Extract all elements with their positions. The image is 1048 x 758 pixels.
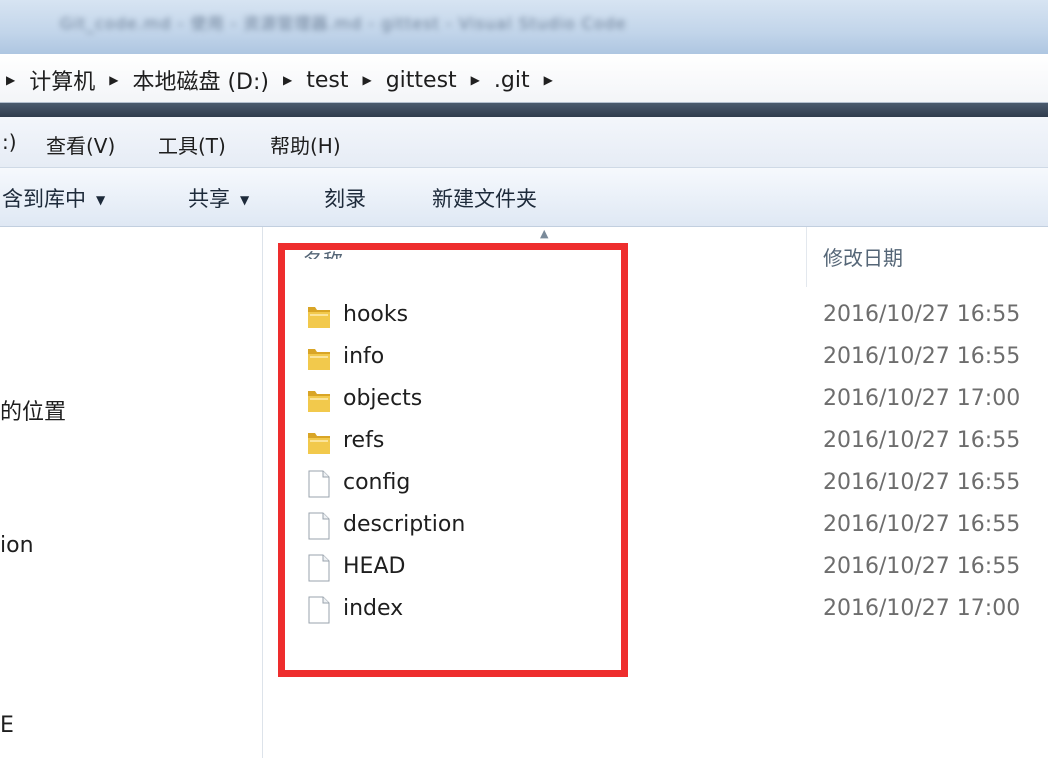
file-date-modified: 2016/10/27 16:55	[823, 512, 1021, 537]
file-row[interactable]: objects 2016/10/27 17:00	[263, 381, 1048, 419]
breadcrumb-item-test[interactable]: test	[306, 68, 348, 93]
nav-item-ion[interactable]: ion	[0, 533, 34, 558]
file-name: info	[343, 344, 385, 369]
new-folder-button[interactable]: 新建文件夹	[432, 183, 537, 213]
file-date-modified: 2016/10/27 16:55	[823, 428, 1021, 453]
column-header-date-modified[interactable]: 修改日期	[823, 242, 903, 271]
file-list: ▲ 名称 修改日期 hooks 2016/10/27 16:55 info 2016/…	[263, 227, 1048, 758]
file-row[interactable]: hooks 2016/10/27 16:55	[263, 297, 1048, 335]
chevron-down-icon: ▼	[240, 193, 250, 207]
file-name: index	[343, 596, 404, 621]
file-date-modified: 2016/10/27 17:00	[823, 596, 1021, 621]
breadcrumb-item-local-disk[interactable]: 本地磁盘 (D:)	[132, 64, 269, 96]
breadcrumb-arrow-icon[interactable]: ▶	[6, 73, 15, 87]
include-in-library-button[interactable]: 含到库中 ▼	[2, 183, 105, 213]
folder-icon	[306, 343, 332, 373]
file-date-modified: 2016/10/27 16:55	[823, 470, 1021, 495]
nav-item-locations[interactable]: 的位置	[0, 394, 66, 426]
file-row[interactable]: config 2016/10/27 16:55	[263, 465, 1048, 503]
menu-bar: :) 查看(V) 工具(T) 帮助(H)	[0, 117, 1048, 168]
file-name: objects	[343, 386, 423, 411]
sort-ascending-icon: ▲	[540, 227, 549, 240]
navigation-pane[interactable]: 的位置 ion E	[0, 227, 263, 758]
file-icon	[306, 595, 332, 625]
file-row[interactable]: HEAD 2016/10/27 16:55	[263, 549, 1048, 587]
file-row[interactable]: info 2016/10/27 16:55	[263, 339, 1048, 377]
file-row[interactable]: description 2016/10/27 16:55	[263, 507, 1048, 545]
menu-item-view[interactable]: 查看(V)	[46, 130, 115, 159]
burn-button[interactable]: 刻录	[324, 183, 366, 213]
share-button[interactable]: 共享 ▼	[188, 183, 249, 213]
command-bar: 含到库中 ▼ 共享 ▼ 刻录 新建文件夹	[0, 168, 1048, 227]
breadcrumb-item-gittest[interactable]: gittest	[386, 68, 457, 93]
column-divider[interactable]	[806, 227, 807, 287]
file-date-modified: 2016/10/27 16:55	[823, 344, 1021, 369]
folder-icon	[306, 427, 332, 457]
breadcrumb-arrow-icon[interactable]: ▶	[544, 73, 553, 87]
menu-item-tools[interactable]: 工具(T)	[158, 130, 226, 159]
breadcrumb-arrow-icon[interactable]: ▶	[109, 73, 118, 87]
breadcrumb-arrow-icon[interactable]: ▶	[471, 73, 480, 87]
file-date-modified: 2016/10/27 17:00	[823, 386, 1021, 411]
address-bar[interactable]: ▶ 计算机 ▶ 本地磁盘 (D:) ▶ test ▶ gittest ▶ .gi…	[0, 54, 1048, 103]
file-name: HEAD	[343, 554, 406, 579]
breadcrumb-item-git[interactable]: .git	[494, 68, 530, 93]
file-date-modified: 2016/10/27 16:55	[823, 302, 1021, 327]
file-row[interactable]: index 2016/10/27 17:00	[263, 591, 1048, 629]
window-titlebar: Git_code.md - 使用 - 资源管理器.md - gittest - …	[0, 0, 1048, 54]
file-date-modified: 2016/10/27 16:55	[823, 554, 1021, 579]
chevron-down-icon: ▼	[96, 193, 106, 207]
file-row[interactable]: refs 2016/10/27 16:55	[263, 423, 1048, 461]
breadcrumb: ▶ 计算机 ▶ 本地磁盘 (D:) ▶ test ▶ gittest ▶ .gi…	[6, 64, 567, 96]
window-title-blurred: Git_code.md - 使用 - 资源管理器.md - gittest - …	[60, 14, 627, 33]
file-name: hooks	[343, 302, 409, 327]
file-name: config	[343, 470, 411, 495]
breadcrumb-arrow-icon[interactable]: ▶	[283, 73, 292, 87]
file-name: description	[343, 512, 466, 537]
file-icon	[306, 469, 332, 499]
window-separator	[0, 103, 1048, 117]
include-in-library-label: 含到库中	[2, 187, 86, 211]
share-label: 共享	[188, 187, 230, 211]
file-name: refs	[343, 428, 385, 453]
file-icon	[306, 553, 332, 583]
folder-icon	[306, 385, 332, 415]
column-header-name[interactable]: 名称	[303, 241, 343, 259]
file-icon	[306, 511, 332, 541]
breadcrumb-arrow-icon[interactable]: ▶	[362, 73, 371, 87]
menu-item-help[interactable]: 帮助(H)	[270, 130, 341, 159]
folder-icon	[306, 301, 332, 331]
breadcrumb-item-computer[interactable]: 计算机	[29, 64, 95, 96]
nav-item-partial[interactable]: E	[0, 713, 14, 738]
menu-item-edit[interactable]: :)	[2, 130, 17, 154]
